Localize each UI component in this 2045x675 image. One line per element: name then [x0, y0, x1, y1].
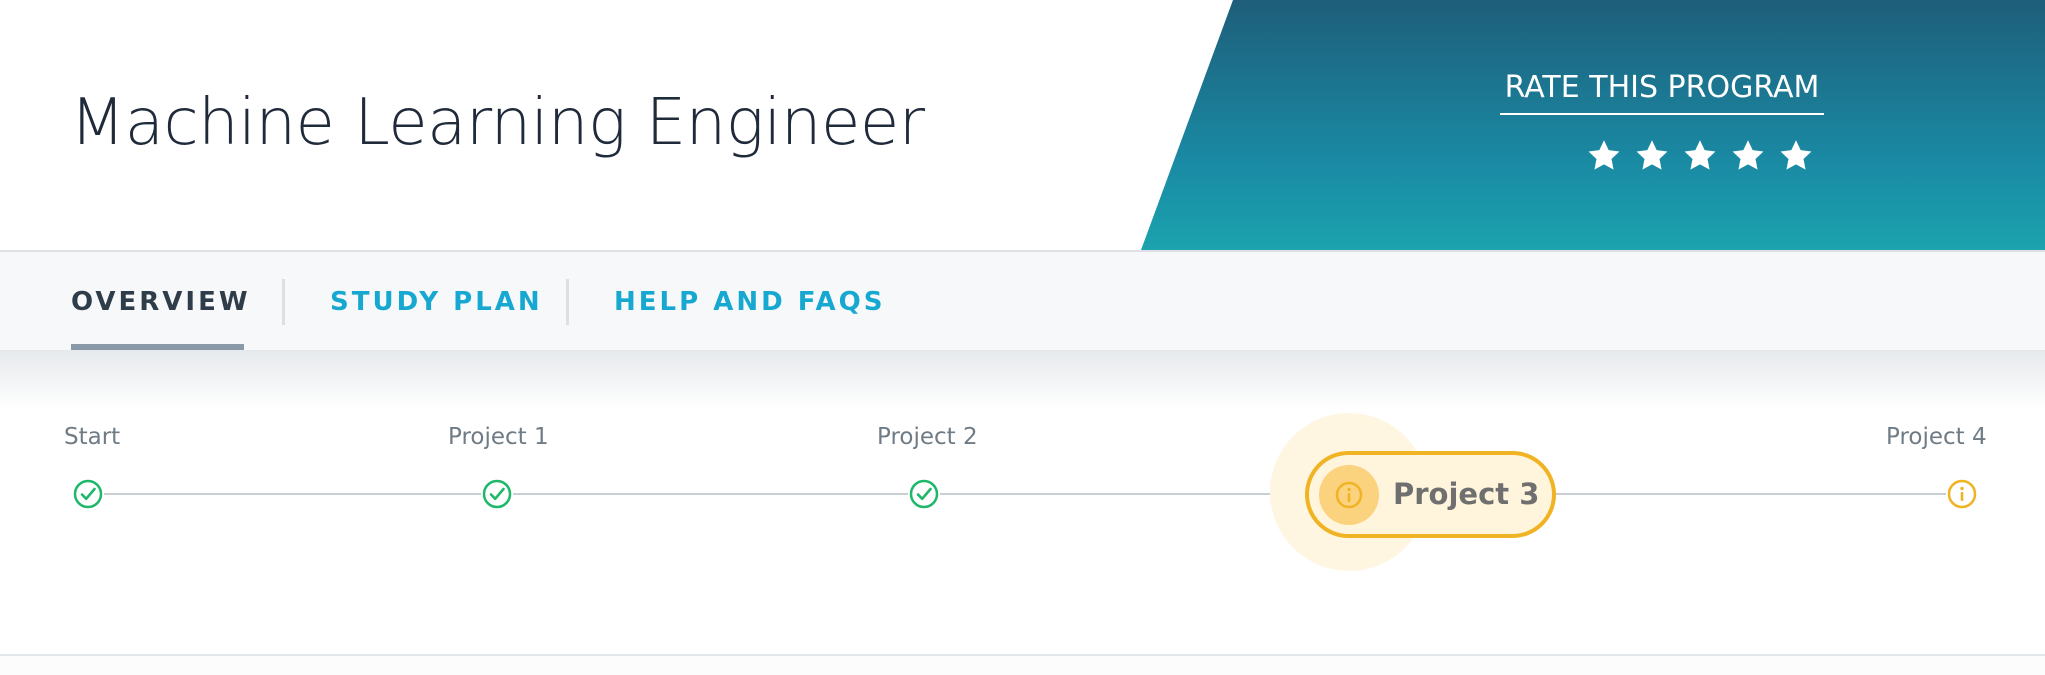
section-divider — [0, 654, 2045, 675]
star-icon[interactable] — [1682, 138, 1718, 174]
info-circle-icon — [1319, 465, 1379, 525]
tab-help-and-faqs[interactable]: HELP AND FAQS — [614, 252, 885, 352]
milestone-label-start: Start — [64, 424, 121, 450]
star-icon[interactable] — [1634, 138, 1670, 174]
star-icon[interactable] — [1778, 138, 1814, 174]
tab-divider — [566, 279, 569, 325]
milestone-label-project-1: Project 1 — [448, 424, 549, 450]
milestone-label-project-2: Project 2 — [877, 424, 978, 450]
tab-overview[interactable]: OVERVIEW — [71, 252, 248, 352]
star-icon[interactable] — [1730, 138, 1766, 174]
progress-track — [88, 493, 1960, 495]
current-milestone-project-3[interactable]: Project 3 — [1305, 451, 1556, 538]
page-title: Machine Learning Engineer — [70, 86, 925, 160]
check-circle-icon[interactable] — [72, 478, 104, 510]
nav-shadow — [0, 350, 2045, 410]
rating-banner — [1141, 0, 2045, 250]
program-header: Machine Learning Engineer RATE THIS PROG… — [0, 0, 2045, 250]
tab-divider — [282, 279, 285, 325]
check-circle-icon[interactable] — [481, 478, 513, 510]
tab-study-plan[interactable]: STUDY PLAN — [330, 252, 543, 352]
current-milestone-label: Project 3 — [1393, 477, 1540, 511]
program-nav: OVERVIEW STUDY PLAN HELP AND FAQS — [0, 250, 2045, 352]
check-circle-icon[interactable] — [908, 478, 940, 510]
milestone-label-project-4: Project 4 — [1886, 424, 1987, 450]
star-icon[interactable] — [1586, 138, 1622, 174]
star-rating — [1586, 138, 1814, 174]
info-circle-icon[interactable] — [1946, 478, 1978, 510]
rate-program-link[interactable]: RATE THIS PROGRAM — [1500, 68, 1824, 115]
